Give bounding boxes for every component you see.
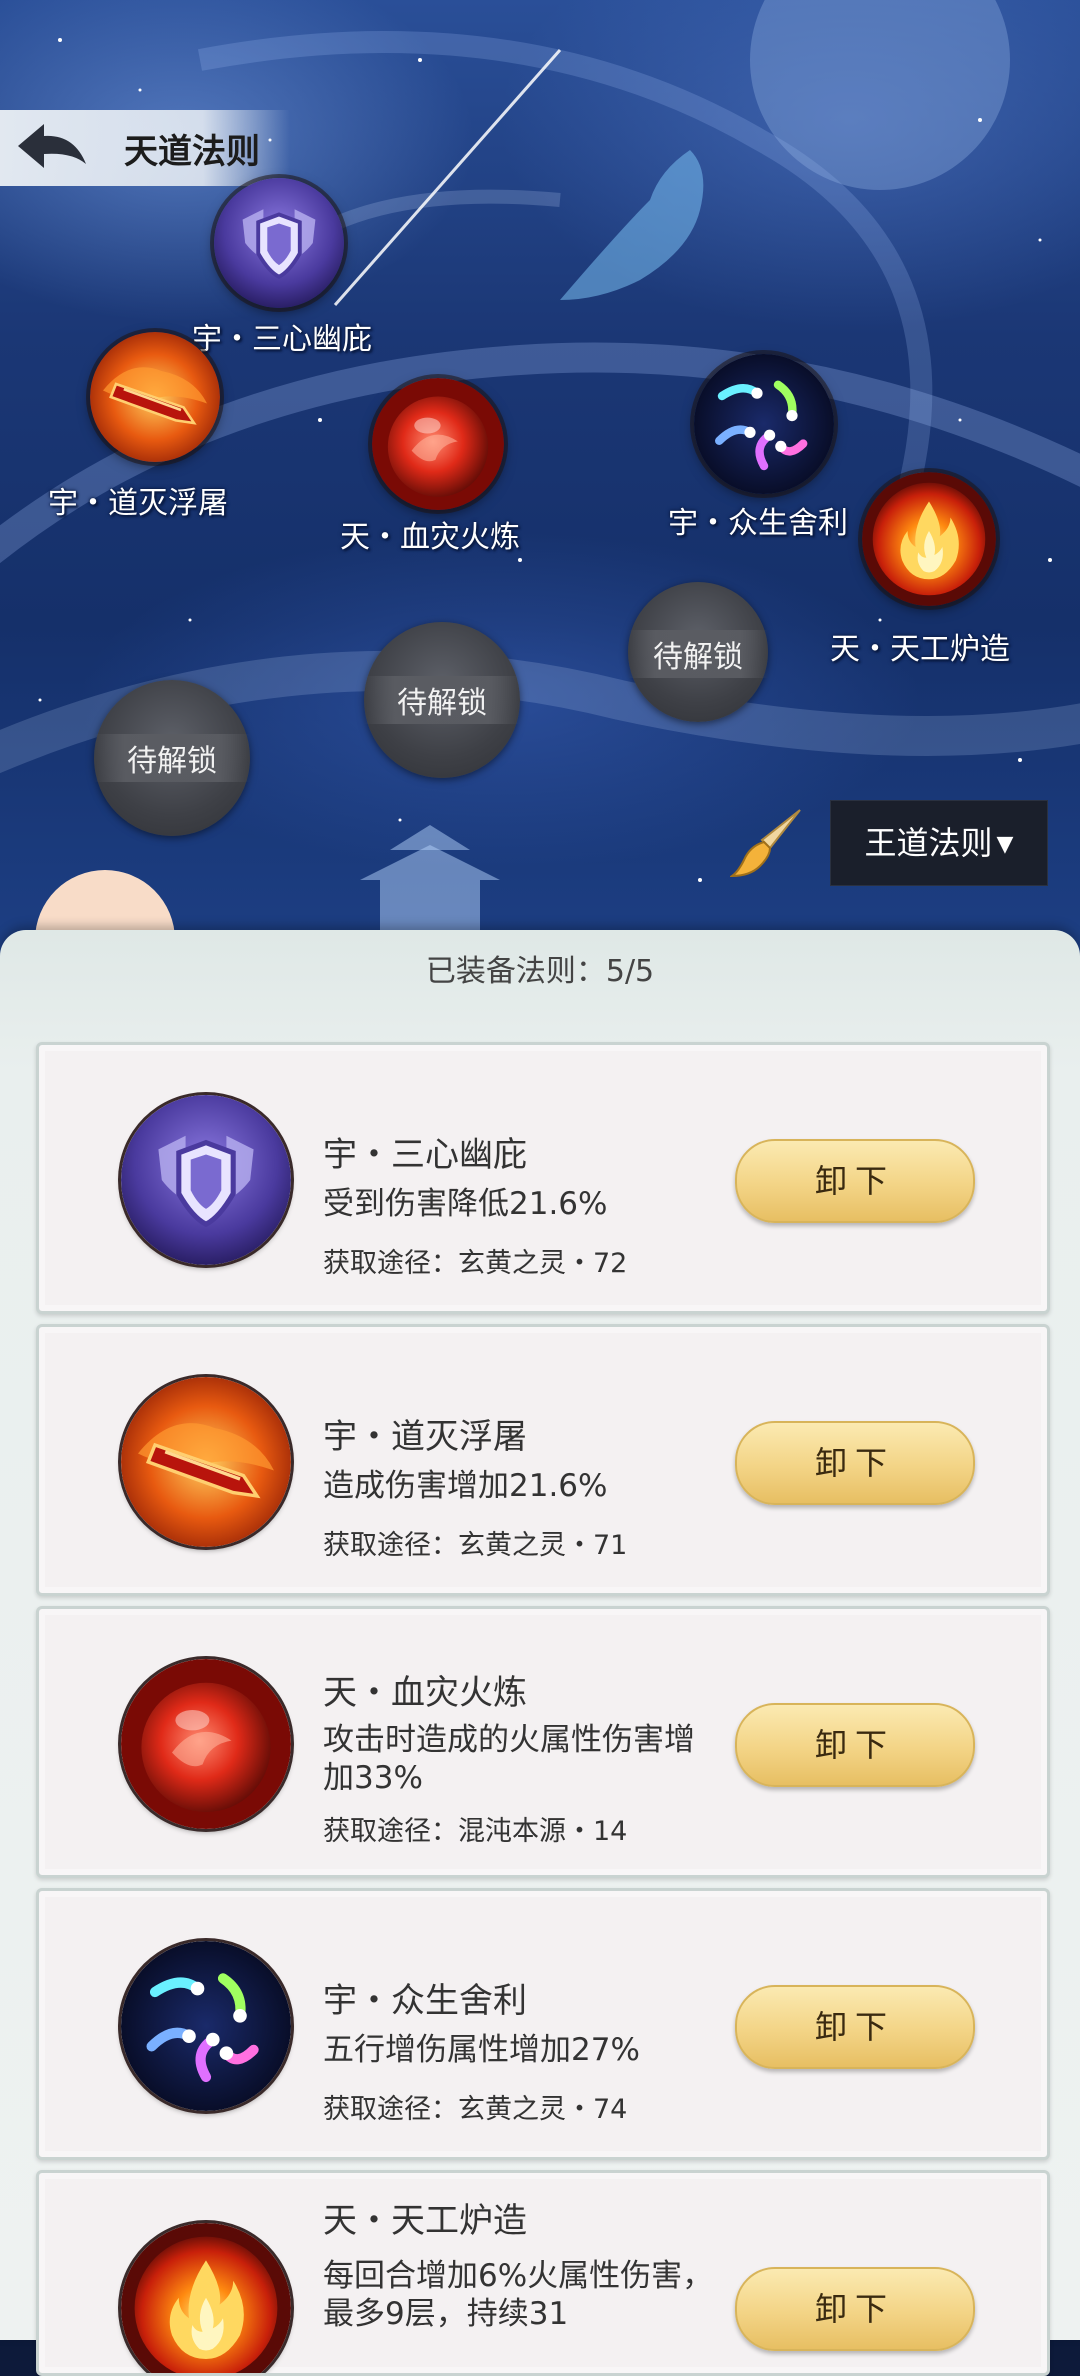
locked-node[interactable]: 待解锁 (364, 622, 520, 778)
rule-card: 天・天工炉造 每回合增加6%火属性伤害，最多9层，持续31 卸下 (36, 2170, 1050, 2376)
rule-card: 宇・三心幽庇 受到伤害降低21.6% 获取途径：玄黄之灵・72 卸下 (36, 1042, 1050, 1314)
unequip-button[interactable]: 卸下 (735, 1421, 975, 1505)
dropdown-label: 王道法则 (864, 824, 993, 862)
rule-desc: 五行增伤属性增加27% (323, 2032, 640, 2068)
rule-map: 天道法则 宇・三心幽庇 宇・道灭浮屠 天・血灾火炼 宇・众生舍利 天・天工炉造 … (0, 0, 1080, 960)
rule-name: 天・天工炉造 (323, 2201, 527, 2241)
unequip-button[interactable]: 卸下 (735, 1985, 975, 2069)
page-title: 天道法则 (124, 132, 260, 172)
rule-desc: 受到伤害降低21.6% (323, 1186, 608, 1222)
flame-sword-icon (90, 332, 220, 462)
rule-desc: 攻击时造成的火属性伤害增加33% (323, 1722, 695, 1796)
unequip-button[interactable]: 卸下 (735, 1703, 975, 1787)
map-node-label: 宇・道灭浮屠 (48, 486, 228, 521)
locked-node[interactable]: 待解锁 (94, 680, 250, 836)
flame-sword-icon (121, 1377, 291, 1547)
shield-icon (121, 1095, 291, 1265)
map-node-shield[interactable]: 宇・三心幽庇 (190, 176, 410, 357)
rule-card: 天・血灾火炼 攻击时造成的火属性伤害增加33% 获取途径：混沌本源・14 卸下 (36, 1606, 1050, 1878)
rule-desc: 造成伤害增加21.6% (323, 1468, 608, 1504)
comet-icon (694, 354, 834, 494)
rule-desc: 每回合增加6%火属性伤害，最多9层，持续31 (323, 2258, 714, 2332)
map-node-flame-sword[interactable]: 宇・道灭浮屠 (40, 330, 280, 521)
rule-source: 获取途径：玄黄之灵・71 (323, 1530, 628, 1561)
fire-orb-icon (121, 1659, 291, 1829)
fire-orb-icon (372, 378, 504, 510)
back-button[interactable]: 天道法则 (0, 110, 290, 186)
chevron-down-icon: ▼ (996, 832, 1014, 857)
shield-icon (214, 178, 344, 308)
equipped-count-label: 已装备法则： (425, 954, 606, 989)
locked-label: 待解锁 (364, 676, 520, 724)
fire-icon (862, 472, 996, 606)
rule-type-dropdown[interactable]: 王道法则 ▼ (830, 800, 1048, 886)
equipped-count-value: 5/5 (605, 954, 655, 989)
rule-card: 宇・道灭浮屠 造成伤害增加21.6% 获取途径：玄黄之灵・71 卸下 (36, 1324, 1050, 1596)
equipped-panel: 已装备法则：5/5 宇・三心幽庇 受到伤害降低21.6% 获取途径：玄黄之灵・7… (0, 930, 1080, 2376)
fire-icon (121, 2223, 291, 2376)
rule-name: 宇・三心幽庇 (323, 1135, 527, 1175)
map-node-fire-orb[interactable]: 天・血灾火炼 (330, 376, 570, 566)
locked-label: 待解锁 (628, 630, 768, 678)
rule-card: 宇・众生舍利 五行增伤属性增加27% 获取途径：玄黄之灵・74 卸下 (36, 1888, 1050, 2160)
rule-name: 天・血灾火炼 (323, 1673, 527, 1713)
comet-icon (121, 1941, 291, 2111)
brush-icon[interactable] (730, 806, 804, 880)
rule-source: 获取途径：玄黄之灵・74 (323, 2094, 628, 2125)
locked-node[interactable]: 待解锁 (628, 582, 768, 722)
unequip-button[interactable]: 卸下 (735, 1139, 975, 1223)
unequip-button[interactable]: 卸下 (735, 2267, 975, 2351)
rule-name: 宇・道灭浮屠 (323, 1417, 527, 1457)
back-arrow-icon (18, 124, 86, 168)
locked-label: 待解锁 (94, 734, 250, 782)
map-node-label: 天・血灾火炼 (340, 520, 520, 555)
rule-name: 宇・众生舍利 (323, 1981, 527, 2021)
rule-source: 获取途径：玄黄之灵・72 (323, 1248, 628, 1279)
equipped-count: 已装备法则：5/5 (0, 946, 1080, 990)
rule-source: 获取途径：混沌本源・14 (323, 1816, 628, 1847)
map-node-label: 天・天工炉造 (830, 632, 1010, 667)
map-node-fire[interactable]: 天・天工炉造 (820, 470, 1060, 670)
